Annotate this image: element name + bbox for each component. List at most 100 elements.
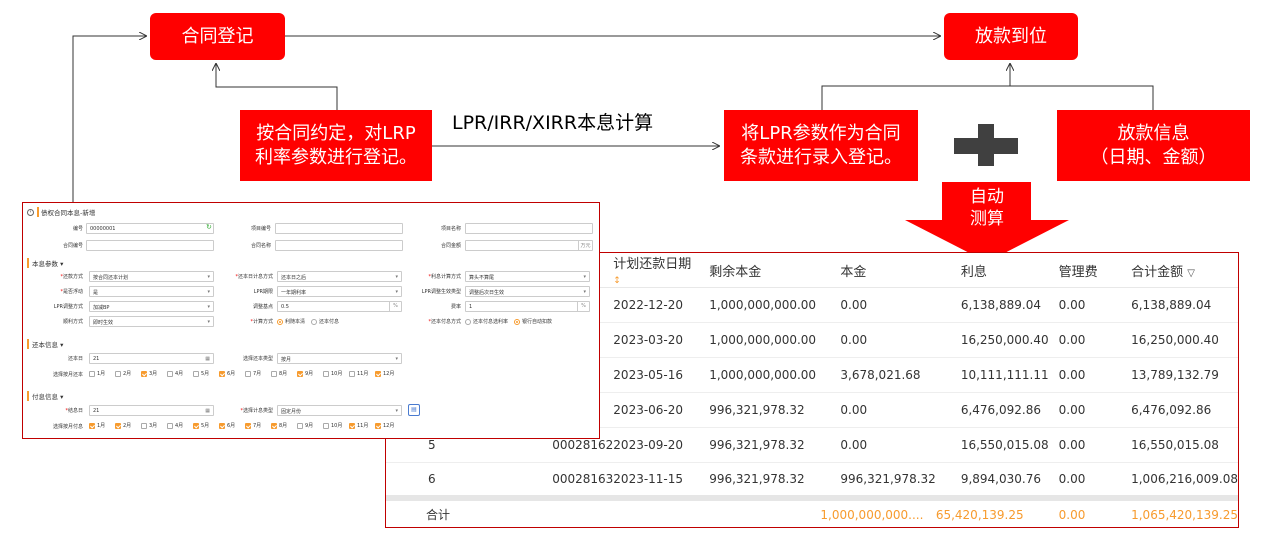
repay-type-select[interactable]: 按月 ▾ <box>277 353 402 364</box>
section-title-repay[interactable]: 还本信息 ▾ <box>27 339 63 349</box>
month-checkbox[interactable]: 4月 <box>167 370 193 377</box>
table-cell: 2023-06-20 <box>613 392 700 428</box>
repay-mode-radios[interactable]: 还本付息选利率 银行自动扣款 <box>465 318 558 327</box>
month-checkbox[interactable]: 3月 <box>141 422 167 429</box>
month-checkbox[interactable]: 8月 <box>271 422 297 429</box>
col-header-remaining: 剩余本金 <box>699 253 821 288</box>
repay-day-interest-select[interactable]: 还本日之后 ▾ <box>277 271 402 282</box>
table-cell: 3,678,021.68 <box>820 357 936 393</box>
table-cell: 2022-12-20 <box>613 287 700 323</box>
month-checkbox[interactable]: 1月 <box>89 422 115 429</box>
code-input[interactable]: 00000001 <box>86 223 214 234</box>
interest-day-input[interactable]: 21 ▦ <box>89 405 214 416</box>
table-cell: 0.00 <box>1048 392 1120 428</box>
month-checkbox[interactable]: 10月 <box>323 422 349 429</box>
field-label: 还本日 <box>67 356 83 362</box>
month-checkbox[interactable]: 8月 <box>271 370 297 377</box>
table-cell: 1,000,000,000.00 <box>699 287 821 323</box>
effect-mode-select[interactable]: 即时生效 ▾ <box>89 316 214 327</box>
month-checkbox[interactable]: 6月 <box>219 422 245 429</box>
table-cell: 0.00 <box>1048 462 1120 498</box>
section-title-interest[interactable]: 付息信息 ▾ <box>27 391 63 401</box>
month-checkbox[interactable]: 7月 <box>245 370 271 377</box>
field-label: 还本日计息方式 <box>237 274 273 280</box>
total-cell: 1,065,420,139.25 <box>1119 494 1238 527</box>
month-checkbox[interactable]: 2月 <box>115 370 141 377</box>
table-cell: 16,550,015.08 <box>935 427 1049 463</box>
field-label: 还款方式 <box>62 274 83 280</box>
filter-icon: ▽ <box>1187 267 1195 279</box>
form-title: ‹ 债权合同本息-新增 <box>27 207 95 217</box>
table-cell: 996,321,978.32 <box>820 462 936 498</box>
total-cell: 65,420,139.25 <box>935 494 1049 527</box>
contract-amount-input[interactable]: 万元 <box>465 240 593 251</box>
table-cell: 9,894,030.76 <box>935 462 1049 498</box>
back-icon[interactable]: ‹ <box>27 208 34 216</box>
section-title-rate[interactable]: 本息参数 ▾ <box>27 258 63 268</box>
floating-select[interactable]: 是 ▾ <box>89 286 214 297</box>
field-label: 选择按月付息 <box>52 424 83 430</box>
month-checkbox[interactable]: 9月 <box>297 422 323 429</box>
table-cell: 0.00 <box>1048 322 1120 358</box>
repay-month-checkboxes[interactable]: 1月 2月 3月 4月 5月 6月 7月 8月 9月 10月 11月 12月 <box>89 370 401 377</box>
interest-month-checkboxes[interactable]: 1月 2月 3月 4月 5月 6月 7月 8月 9月 10月 11月 12月 <box>89 422 401 429</box>
month-checkbox[interactable]: 10月 <box>323 370 349 377</box>
lpr-effective-select[interactable]: 调整后次日生效 ▾ <box>465 286 590 297</box>
input-note-box: 将LPR参数作为合同 条款进行录入登记。 <box>724 110 918 181</box>
project-code-input[interactable] <box>275 223 403 234</box>
month-checkbox[interactable]: 2月 <box>115 422 141 429</box>
col-header-plan-date[interactable]: 计划还款日期 ↕ <box>613 253 700 288</box>
plus-icon <box>954 124 1018 166</box>
table-cell: 2023-03-20 <box>613 322 700 358</box>
table-total-row: 合计 1,000,000,000.... 65,420,139.25 0.00 1,06… <box>386 494 1238 527</box>
month-checkbox[interactable]: 5月 <box>193 422 219 429</box>
col-header-principal: 本金 <box>820 253 936 288</box>
loan-info-box: 放款信息 （日期、金额） <box>1057 110 1250 181</box>
fee-rate-input[interactable]: 1% <box>465 301 590 312</box>
month-checkbox[interactable]: 4月 <box>167 422 193 429</box>
repay-method-select[interactable]: 按合同还本计划 ▾ <box>89 271 214 282</box>
contract-code-input[interactable] <box>86 240 214 251</box>
month-checkbox[interactable]: 1月 <box>89 370 115 377</box>
month-checkbox[interactable]: 3月 <box>141 370 167 377</box>
refresh-icon[interactable]: ↻ <box>206 223 212 231</box>
month-checkbox[interactable]: 5月 <box>193 370 219 377</box>
table-cell: 1,000,000,000.00 <box>699 357 821 393</box>
interest-type-select[interactable]: 固定月份 ▾ <box>277 405 402 416</box>
month-checkbox[interactable]: 12月 <box>375 370 401 377</box>
contract-name-input[interactable] <box>275 240 403 251</box>
lpr-adjust-select[interactable]: 加减BP ▾ <box>89 301 214 312</box>
interest-calc-select[interactable]: 算头不算尾 ▾ <box>465 271 590 282</box>
month-checkbox[interactable]: 9月 <box>297 370 323 377</box>
month-checkbox[interactable]: 12月 <box>375 422 401 429</box>
table-cell: 2023-11-15 <box>613 462 700 498</box>
calendar-icon[interactable]: ▤ <box>408 404 420 416</box>
month-checkbox[interactable]: 6月 <box>219 370 245 377</box>
month-checkbox[interactable]: 11月 <box>349 370 375 377</box>
adjust-bp-input[interactable]: 0.5% <box>277 301 402 312</box>
field-label: LPR调整方式 <box>53 304 83 310</box>
lpr-term-select[interactable]: 一年期利率 ▾ <box>277 286 402 297</box>
project-name-input[interactable] <box>465 223 593 234</box>
table-cell: 1,000,000,000.00 <box>699 322 821 358</box>
table-cell: 10,111,111.11 <box>935 357 1049 393</box>
calc-label: LPR/IRR/XIRR本息计算 <box>452 112 654 134</box>
table-cell: 16,250,000.40 <box>935 322 1049 358</box>
total-cell <box>477 494 614 527</box>
field-label: 选择按月还本 <box>52 372 83 378</box>
table-cell: 6 <box>386 462 478 498</box>
table-row[interactable]: 6 00028163 2023-11-15 996,321,978.32 996,321… <box>386 462 1238 498</box>
col-header-fee: 管理费 <box>1048 253 1120 288</box>
total-cell: 0.00 <box>1048 494 1120 527</box>
table-cell: 16,250,000.40 <box>1119 322 1238 358</box>
field-label: 顺利方式 <box>62 319 83 325</box>
field-label: 编号 <box>72 226 83 232</box>
repay-day-input[interactable]: 21 ▦ <box>89 353 214 364</box>
col-header-total[interactable]: 合计金额 ▽ <box>1119 253 1238 288</box>
table-cell: 0.00 <box>1048 357 1120 393</box>
table-cell: 6,476,092.86 <box>935 392 1049 428</box>
month-checkbox[interactable]: 11月 <box>349 422 375 429</box>
field-label: 选择计息类型 <box>242 408 273 414</box>
calc-mode-radios[interactable]: 利随本清 还本付息 <box>277 318 345 327</box>
month-checkbox[interactable]: 7月 <box>245 422 271 429</box>
